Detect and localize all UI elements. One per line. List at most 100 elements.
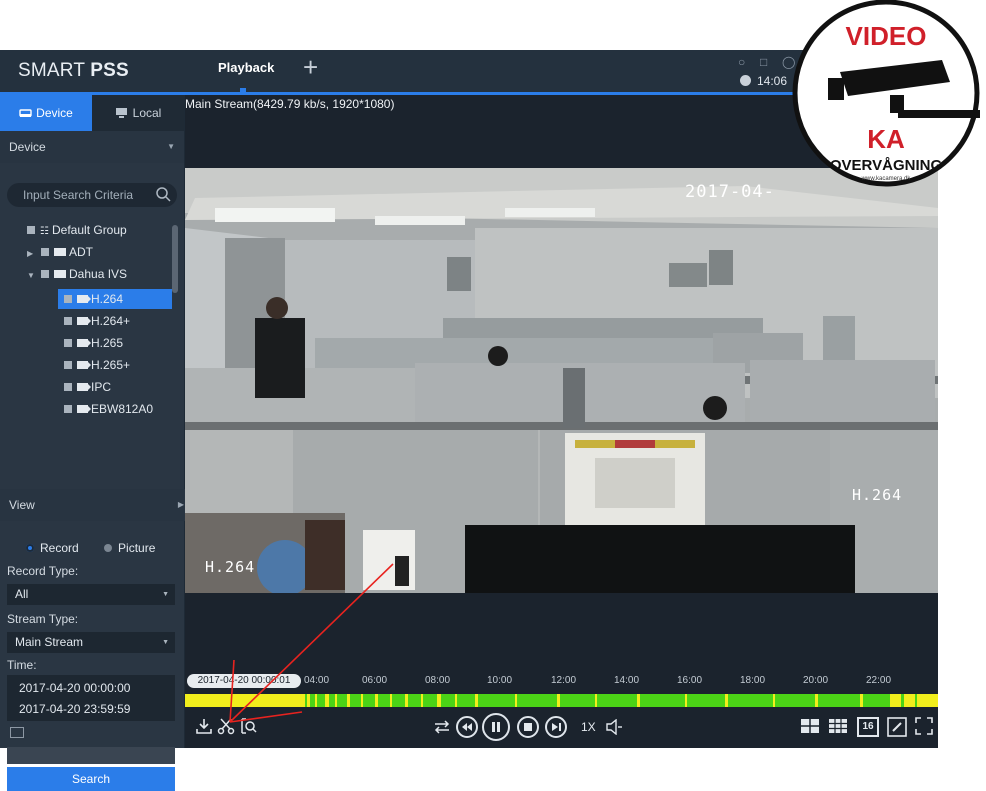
search-icon[interactable] (155, 186, 171, 202)
picture-radio[interactable]: Picture (104, 541, 155, 555)
tree-item-h265plus[interactable]: H.265+ (64, 355, 130, 375)
layout-16-button[interactable]: 16 (857, 717, 879, 737)
chevron-down-icon: ▼ (167, 142, 175, 151)
pause-button[interactable] (482, 713, 510, 741)
watermark-url-text: www.kacamera.dk (861, 176, 912, 182)
checkbox-icon[interactable] (64, 317, 72, 325)
sidebar: Device Local Device ▼ Input Search Criter… (0, 95, 193, 791)
time-start[interactable]: 2017-04-20 00:00:00 (19, 681, 130, 695)
checkbox-icon[interactable] (27, 226, 35, 234)
view-section-header[interactable]: View ▶ (0, 489, 193, 521)
tree-item-h264plus[interactable]: H.264+ (64, 311, 130, 331)
edit-layout-icon[interactable] (887, 717, 907, 737)
org-tree-icon: ☷ (40, 226, 49, 237)
checkbox-icon[interactable] (41, 270, 49, 278)
timeline[interactable]: 04:00 06:00 08:00 10:00 12:00 14:00 16:0… (185, 669, 938, 709)
checkbox-icon[interactable] (64, 339, 72, 347)
time-end[interactable]: 2017-04-20 23:59:59 (19, 702, 130, 716)
tree-item-default-group[interactable]: ☷ Default Group (27, 223, 127, 243)
tab-playback[interactable]: Playback (218, 60, 274, 92)
collapse-arrow-icon[interactable]: ▼ (27, 271, 41, 280)
camera-icon (77, 295, 91, 303)
speed-indicator[interactable]: 1X (581, 720, 596, 734)
tree-item-adt[interactable]: ▶ ADT (27, 245, 93, 265)
device-search-input[interactable]: Input Search Criteria (7, 183, 177, 207)
watermark-bottom-text: OVERVÅGNING (830, 157, 942, 174)
tree-item-ebw812a0[interactable]: EBW812A0 (64, 399, 153, 419)
checkbox-icon[interactable] (64, 405, 72, 413)
stream-info: Main Stream(8429.79 kb/s, 1920*1080) (185, 97, 395, 111)
app-logo: SMART PSS (18, 60, 129, 81)
monitor-icon (115, 108, 127, 118)
stream-type-select[interactable]: Main Stream ▼ (7, 632, 175, 653)
camera-icon (77, 405, 91, 413)
search-button[interactable]: Search (7, 767, 175, 791)
fullscreen-icon[interactable] (915, 717, 933, 735)
checkbox-icon[interactable] (64, 361, 72, 369)
chevron-down-icon: ▼ (162, 639, 169, 646)
rewind-icon (462, 723, 472, 731)
osd-timestamp: 2017-04- (685, 182, 775, 202)
tree-item-h265[interactable]: H.265 (64, 333, 123, 353)
camera-icon (77, 339, 91, 347)
tree-scrollbar[interactable] (172, 225, 178, 293)
smart-search-icon[interactable] (239, 717, 257, 735)
checkbox-icon[interactable] (64, 295, 72, 303)
record-track-segments (185, 694, 938, 707)
watermark-brand-text: KA (867, 124, 905, 154)
download-icon[interactable] (195, 717, 213, 735)
tree-item-dahua-ivs[interactable]: ▼ Dahua IVS (27, 267, 127, 287)
lock-icon[interactable]: □ (760, 55, 772, 69)
tick-label: 06:00 (362, 675, 388, 686)
stop-button[interactable] (517, 716, 539, 738)
time-range-field[interactable]: 2017-04-20 00:00:00 2017-04-20 23:59:59 (7, 675, 175, 721)
next-frame-icon (552, 723, 561, 731)
record-radio[interactable]: Record (26, 541, 79, 555)
tick-label: 10:00 (487, 675, 513, 686)
record-picture-radio-group: Record Picture (26, 541, 155, 555)
rewind-button[interactable] (456, 716, 478, 738)
checkbox-icon[interactable] (64, 383, 72, 391)
tick-label: 20:00 (803, 675, 829, 686)
tree-item-h264[interactable]: H.264 (58, 289, 172, 309)
device-icon (19, 109, 32, 117)
tree-item-ipc[interactable]: IPC (64, 377, 111, 397)
device-tree: ☷ Default Group ▶ ADT ▼ Dahua IVS H.264 H.2… (0, 221, 184, 483)
layout-9-icon[interactable] (828, 718, 848, 734)
dvr-icon (54, 270, 66, 278)
layout-4-icon[interactable] (800, 718, 820, 734)
tab-local[interactable]: Local (92, 95, 184, 131)
checkbox-icon[interactable] (41, 248, 49, 256)
tick-label: 08:00 (425, 675, 451, 686)
dvr-icon (54, 248, 66, 256)
tick-label: 16:00 (677, 675, 703, 686)
tab-device[interactable]: Device (0, 95, 92, 131)
next-frame-button[interactable] (545, 716, 567, 738)
record-track[interactable] (185, 694, 938, 707)
tick-label: 04:00 (304, 675, 330, 686)
scissors-clip-icon[interactable] (217, 717, 235, 735)
add-tab-button[interactable]: + (303, 54, 318, 80)
device-section-header[interactable]: Device ▼ (0, 131, 184, 163)
sync-icon[interactable] (433, 719, 451, 735)
osd-label-left: H.264 (205, 558, 256, 576)
stop-icon (524, 723, 532, 731)
tick-label: 22:00 (866, 675, 892, 686)
osd-label-right: H.264 (852, 486, 903, 504)
clock: 14:06 (740, 74, 787, 88)
volume-mute-icon[interactable] (605, 719, 623, 735)
time-label: Time: (7, 658, 37, 672)
tick-label: 12:00 (551, 675, 577, 686)
extra-input-field[interactable] (7, 747, 175, 764)
expand-arrow-icon[interactable]: ▶ (27, 249, 41, 258)
current-time-indicator[interactable]: 2017-04-20 00:00:01 (187, 674, 301, 688)
clock-icon (740, 75, 751, 86)
camera-icon (77, 383, 91, 391)
record-type-select[interactable]: All ▼ (7, 584, 175, 605)
office-camera-scene (185, 168, 938, 593)
tick-label: 18:00 (740, 675, 766, 686)
video-frame[interactable]: 2017-04- H.264 H.264 (185, 168, 938, 593)
record-type-label: Record Type: (7, 564, 79, 578)
user-icon[interactable]: ○ (738, 55, 750, 69)
card-icon[interactable] (10, 727, 24, 738)
